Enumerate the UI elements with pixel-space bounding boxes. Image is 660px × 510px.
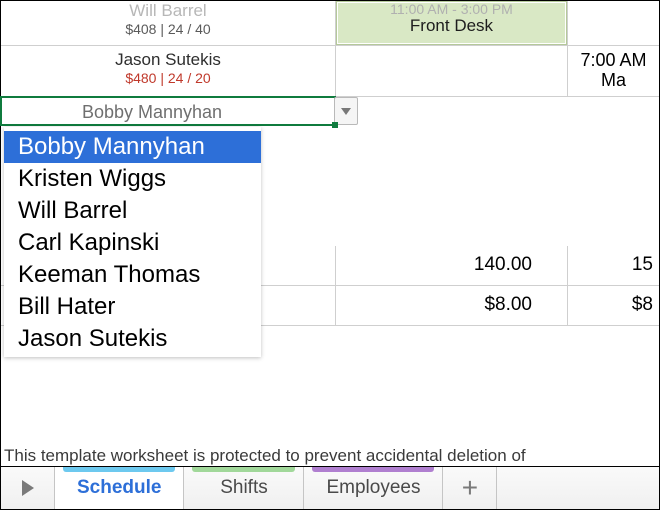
tab-scroll-right-icon[interactable] xyxy=(1,467,55,509)
shift-block[interactable]: 11:00 AM - 3:00 PM Front Desk xyxy=(336,1,567,45)
shift-time: 11:00 AM - 3:00 PM xyxy=(337,2,566,17)
summary-value: $8 xyxy=(568,286,659,325)
tab-employees[interactable]: Employees xyxy=(304,467,443,509)
active-cell[interactable]: Bobby Mannyhan xyxy=(0,96,336,126)
tab-label: Employees xyxy=(326,477,420,499)
dropdown-item[interactable]: Carl Kapinski xyxy=(4,227,261,259)
summary-value: $8.00 xyxy=(336,286,568,325)
dropdown-item[interactable]: Bobby Mannyhan xyxy=(4,131,261,163)
employee-row: Will Barrel $408 | 24 / 40 11:00 AM - 3:… xyxy=(1,1,659,46)
add-sheet-button[interactable]: + xyxy=(443,467,497,509)
protection-note: This template worksheet is protected to … xyxy=(4,446,526,466)
employee-name: Will Barrel xyxy=(1,1,335,21)
fill-handle[interactable] xyxy=(332,122,338,128)
employee-row: Jason Sutekis $480 | 24 / 20 7:00 AM Ma xyxy=(1,46,659,97)
dropdown-button[interactable] xyxy=(334,97,358,125)
shift-cell[interactable] xyxy=(336,46,568,96)
tab-shifts[interactable]: Shifts xyxy=(184,467,304,509)
tab-label: Schedule xyxy=(77,477,161,499)
summary-value: 15 xyxy=(568,246,659,285)
employee-name-input[interactable]: Bobby Mannyhan xyxy=(2,102,302,123)
shift-cell[interactable]: 7:00 AM Ma xyxy=(568,46,659,96)
summary-value: 140.00 xyxy=(336,246,568,285)
tab-label: Shifts xyxy=(220,477,268,499)
sheet-tab-bar: Schedule Shifts Employees + xyxy=(0,467,660,510)
dropdown-item[interactable]: Keeman Thomas xyxy=(4,259,261,291)
shift-time: 7:00 AM xyxy=(568,51,659,71)
shift-role: Ma xyxy=(568,71,659,91)
employee-dropdown[interactable]: Bobby Mannyhan Kristen Wiggs Will Barrel… xyxy=(4,127,261,357)
dropdown-item[interactable]: Jason Sutekis xyxy=(4,323,261,355)
employee-summary: $408 | 24 / 40 xyxy=(1,21,335,37)
shift-role: Front Desk xyxy=(337,17,566,36)
dropdown-item[interactable]: Bill Hater xyxy=(4,291,261,323)
shift-cell[interactable]: 11:00 AM - 3:00 PM Front Desk xyxy=(336,1,568,45)
employee-summary: $480 | 24 / 20 xyxy=(1,70,335,86)
tab-schedule[interactable]: Schedule xyxy=(55,467,184,509)
employee-name: Jason Sutekis xyxy=(1,46,335,70)
shift-cell[interactable] xyxy=(568,1,659,45)
dropdown-item[interactable]: Kristen Wiggs xyxy=(4,163,261,195)
dropdown-item[interactable]: Will Barrel xyxy=(4,195,261,227)
